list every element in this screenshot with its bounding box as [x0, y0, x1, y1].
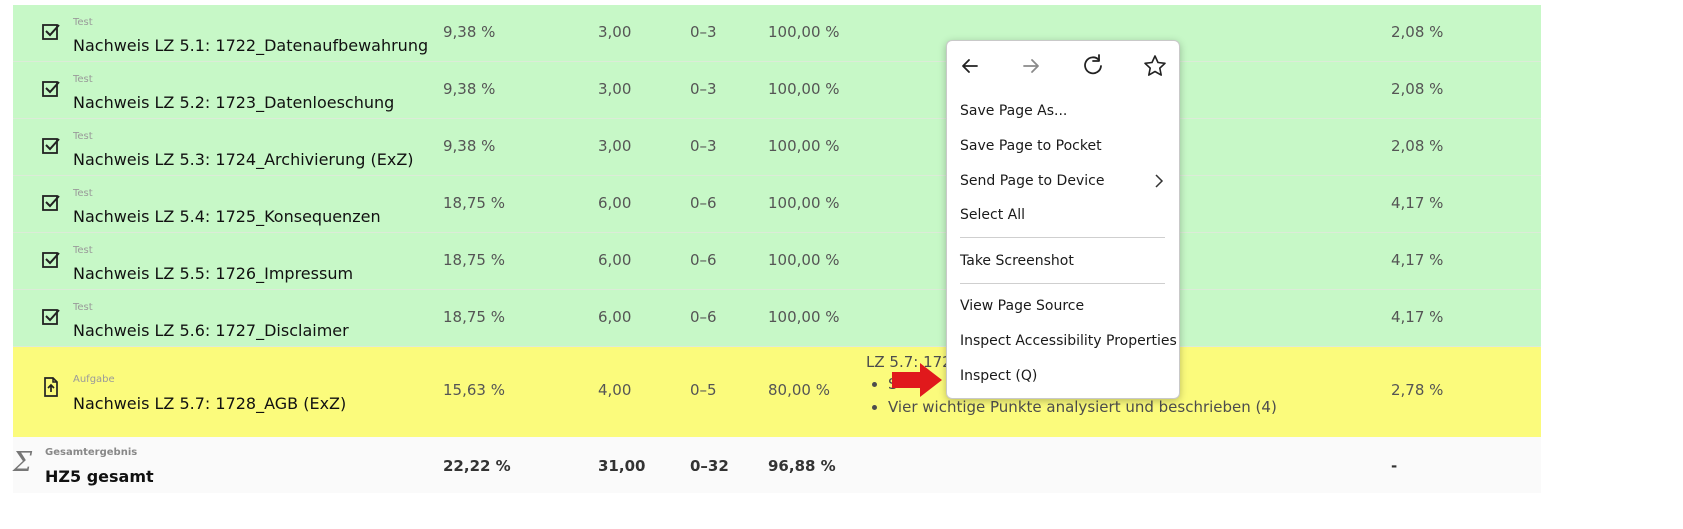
weight-cell: 9,38 % — [443, 137, 496, 155]
percent-cell: 100,00 % — [768, 194, 840, 212]
range-cell: 0–3 — [690, 23, 717, 41]
item-name[interactable]: Nachweis LZ 5.5: 1726_Impressum — [73, 264, 353, 283]
item-type: Test — [73, 17, 93, 28]
item-name[interactable]: Nachweis LZ 5.7: 1728_AGB (ExZ) — [73, 394, 346, 413]
weight-cell: 15,63 % — [443, 381, 505, 399]
bookmark-star-icon[interactable] — [1140, 51, 1170, 81]
menu-item-select-all[interactable]: Select All — [960, 207, 1025, 223]
assignment-row[interactable]: Aufgabe Nachweis LZ 5.7: 1728_AGB (ExZ) … — [13, 347, 1541, 437]
contribution-cell: 2,08 % — [1391, 80, 1444, 98]
item-type: Test — [73, 188, 93, 199]
menu-item-take-screenshot[interactable]: Take Screenshot — [960, 253, 1074, 269]
total-row: Σ Gesamtergebnis HZ5 gesamt 22,22 % 31,0… — [13, 437, 1541, 493]
points-cell: 3,00 — [598, 23, 632, 41]
table-row[interactable]: Test Nachweis LZ 5.3: 1724_Archivierung … — [13, 119, 1541, 176]
item-type: Test — [73, 131, 93, 142]
range-cell: 0–3 — [690, 80, 717, 98]
menu-separator — [960, 283, 1165, 284]
percent-cell: 100,00 % — [768, 251, 840, 269]
checkbox-checked-icon — [42, 24, 60, 40]
percent-cell: 100,00 % — [768, 23, 840, 41]
context-menu-nav — [947, 41, 1179, 93]
reload-icon[interactable] — [1078, 51, 1108, 81]
assignment-upload-icon — [44, 377, 58, 397]
menu-item-save-page-as[interactable]: Save Page As... — [960, 103, 1067, 119]
item-type: Test — [73, 245, 93, 256]
menu-item-send-to-device[interactable]: Send Page to Device — [960, 173, 1104, 189]
percent-cell: 100,00 % — [768, 80, 840, 98]
percent-cell: 100,00 % — [768, 308, 840, 326]
item-name[interactable]: Nachweis LZ 5.3: 1724_Archivierung (ExZ) — [73, 150, 414, 169]
checkbox-checked-icon — [42, 195, 60, 211]
checkbox-checked-icon — [42, 309, 60, 325]
item-type: Test — [73, 74, 93, 85]
table-row[interactable]: Test Nachweis LZ 5.4: 1725_Konsequenzen … — [13, 176, 1541, 233]
points-cell: 3,00 — [598, 137, 632, 155]
points-cell: 4,00 — [598, 381, 632, 399]
contribution-cell: 2,08 % — [1391, 23, 1444, 41]
sigma-icon: Σ — [13, 447, 33, 478]
contribution-cell: 2,08 % — [1391, 137, 1444, 155]
range-cell: 0–5 — [690, 381, 717, 399]
item-type: Aufgabe — [73, 374, 115, 385]
grade-table: Test Nachweis LZ 5.1: 1722_Datenaufbewah… — [13, 5, 1541, 493]
red-arrow-icon — [892, 363, 942, 397]
range-cell: 0–6 — [690, 194, 717, 212]
forward-arrow-icon[interactable] — [1016, 51, 1046, 81]
weight-cell: 9,38 % — [443, 23, 496, 41]
item-type: Test — [73, 302, 93, 313]
weight-cell: 9,38 % — [443, 80, 496, 98]
menu-item-inspect-accessibility[interactable]: Inspect Accessibility Properties — [960, 333, 1177, 349]
item-name[interactable]: Nachweis LZ 5.4: 1725_Konsequenzen — [73, 207, 381, 226]
checkbox-checked-icon — [42, 138, 60, 154]
range-cell: 0–6 — [690, 308, 717, 326]
weight-cell: 22,22 % — [443, 457, 511, 475]
total-name: HZ5 gesamt — [45, 467, 154, 486]
points-cell: 6,00 — [598, 308, 632, 326]
menu-item-view-source[interactable]: View Page Source — [960, 298, 1084, 314]
range-cell: 0–32 — [690, 457, 729, 475]
weight-cell: 18,75 % — [443, 251, 505, 269]
table-row[interactable]: Test Nachweis LZ 5.2: 1723_Datenloeschun… — [13, 62, 1541, 119]
menu-separator — [960, 237, 1165, 238]
item-name[interactable]: Nachweis LZ 5.2: 1723_Datenloeschung — [73, 93, 394, 112]
weight-cell: 18,75 % — [443, 194, 505, 212]
chevron-right-icon — [1155, 174, 1164, 188]
checkbox-checked-icon — [42, 252, 60, 268]
range-cell: 0–3 — [690, 137, 717, 155]
item-name[interactable]: Nachweis LZ 5.6: 1727_Disclaimer — [73, 321, 349, 340]
percent-cell: 80,00 % — [768, 381, 830, 399]
table-row[interactable]: Test Nachweis LZ 5.6: 1727_Disclaimer 18… — [13, 290, 1541, 347]
percent-cell: 96,88 % — [768, 457, 836, 475]
contribution-cell: 4,17 % — [1391, 308, 1444, 326]
points-cell: 6,00 — [598, 194, 632, 212]
total-type: Gesamtergebnis — [45, 447, 138, 458]
contribution-cell: 2,78 % — [1391, 381, 1444, 399]
contribution-cell: 4,17 % — [1391, 251, 1444, 269]
menu-item-inspect[interactable]: Inspect (Q) — [960, 368, 1037, 384]
percent-cell: 100,00 % — [768, 137, 840, 155]
points-cell: 31,00 — [598, 457, 646, 475]
points-cell: 6,00 — [598, 251, 632, 269]
back-arrow-icon[interactable] — [955, 51, 985, 81]
table-row[interactable]: Test Nachweis LZ 5.5: 1726_Impressum 18,… — [13, 233, 1541, 290]
contribution-cell: - — [1391, 457, 1398, 475]
context-menu: Save Page As... Save Page to Pocket Send… — [946, 40, 1180, 399]
table-row[interactable]: Test Nachweis LZ 5.1: 1722_Datenaufbewah… — [13, 5, 1541, 62]
contribution-cell: 4,17 % — [1391, 194, 1444, 212]
checkbox-checked-icon — [42, 81, 60, 97]
menu-item-save-to-pocket[interactable]: Save Page to Pocket — [960, 138, 1102, 154]
feedback-item: Vier wichtige Punkte analysiert und besc… — [888, 398, 1277, 416]
item-name[interactable]: Nachweis LZ 5.1: 1722_Datenaufbewahrung — [73, 36, 428, 55]
weight-cell: 18,75 % — [443, 308, 505, 326]
points-cell: 3,00 — [598, 80, 632, 98]
range-cell: 0–6 — [690, 251, 717, 269]
